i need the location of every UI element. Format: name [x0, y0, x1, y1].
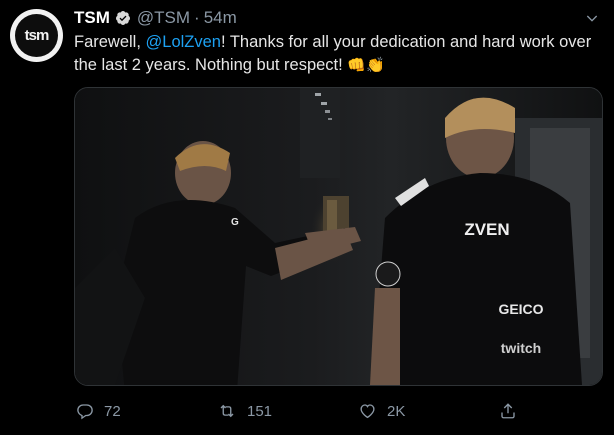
verified-badge-icon — [115, 10, 131, 26]
tweet-header: TSM @TSM · 54m — [74, 7, 237, 29]
like-button[interactable]: 2K — [358, 398, 405, 424]
sponsor-geico-text: GEICO — [498, 301, 543, 317]
mention-link[interactable]: @LolZven — [146, 33, 221, 51]
retweet-count: 151 — [247, 402, 273, 420]
share-icon — [501, 403, 515, 419]
reply-count: 72 — [104, 402, 121, 420]
timestamp[interactable]: 54m — [204, 8, 237, 28]
author-handle[interactable]: @TSM — [137, 8, 190, 28]
separator-dot: · — [194, 8, 200, 27]
like-count: 2K — [387, 402, 406, 420]
reply-icon — [77, 404, 93, 420]
tweet-text-intro: Farewell, — [74, 33, 146, 51]
tweet-text: Farewell, @LolZven! Thanks for all your … — [74, 31, 602, 77]
heart-icon — [360, 404, 375, 419]
tweet-media-image[interactable]: G ZVEN GEICO twitch — [74, 87, 603, 386]
emoji-fist-clap: 👊👏 — [347, 57, 385, 74]
retweet-icon — [220, 404, 234, 418]
jersey-name-text: ZVEN — [464, 220, 509, 239]
avatar-logo-text: tsm — [24, 27, 50, 44]
reply-button[interactable]: 72 — [76, 398, 121, 424]
retweet-button[interactable]: 151 — [217, 398, 272, 424]
avatar-logo: tsm — [15, 14, 58, 57]
author-name[interactable]: TSM — [74, 8, 110, 28]
share-button[interactable] — [499, 398, 527, 424]
more-options-chevron-icon[interactable] — [584, 10, 600, 26]
tweet-actions: 72 151 2K — [74, 398, 602, 424]
svg-text:G: G — [231, 217, 239, 228]
sponsor-twitch-text: twitch — [501, 340, 541, 356]
avatar[interactable]: tsm — [10, 9, 63, 62]
